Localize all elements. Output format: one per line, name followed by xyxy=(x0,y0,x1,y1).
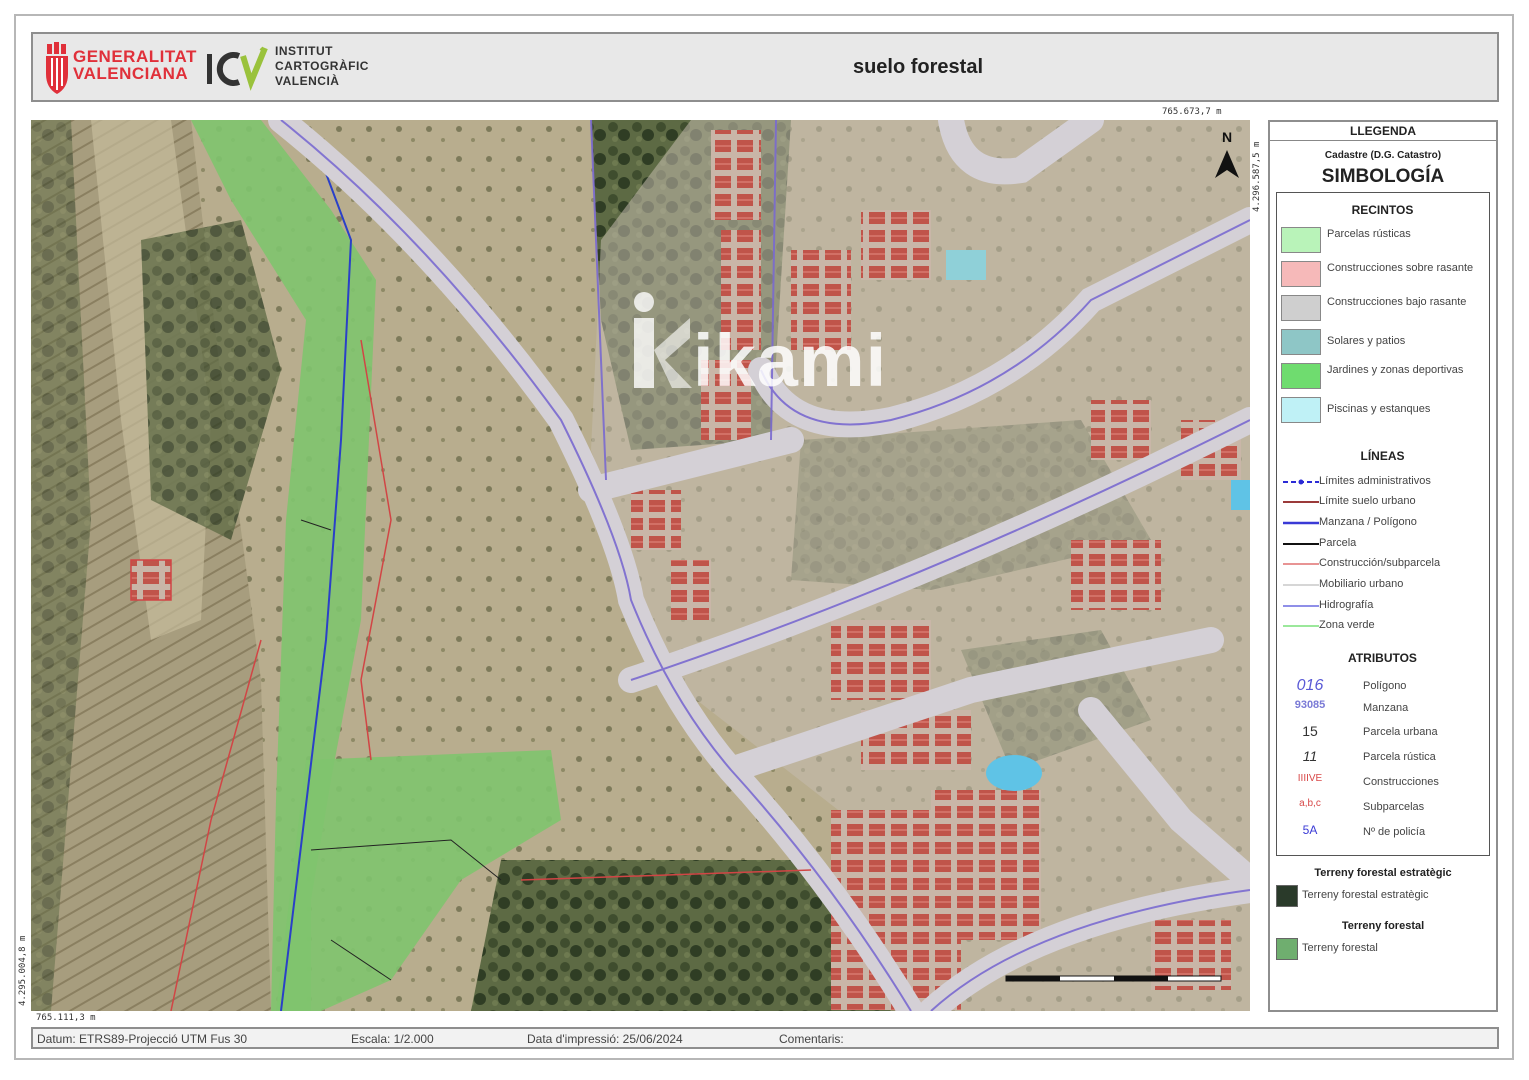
legend-attr-construcciones: IIIIVE Construcciones xyxy=(1297,773,1439,788)
legend-item-parcelas-rusticas: Parcelas rústicas xyxy=(1281,227,1487,255)
swatch-parcelas-rusticas xyxy=(1281,227,1321,253)
legend-item-piscinas: Piscinas y estanques xyxy=(1281,397,1487,425)
legend-title: LLEGENDA xyxy=(1350,124,1416,138)
lineas-heading: LÍNEAS xyxy=(1360,449,1405,463)
legend-item-solares: Solares y patios xyxy=(1281,329,1487,357)
swatch-forest-strategic xyxy=(1276,885,1298,907)
icv-logo-icon xyxy=(207,46,268,91)
legend-line-limite-suelo: Límite suelo urbano xyxy=(1283,495,1416,507)
atributos-heading: ATRIBUTOS xyxy=(1348,651,1417,665)
legend-line-mobiliario: Mobiliario urbano xyxy=(1283,578,1404,590)
legend-symbology-box: RECINTOS Parcelas rústicas Construccione… xyxy=(1276,192,1490,856)
footer-print-date: Data d'impressió: 25/06/2024 xyxy=(527,1032,683,1046)
legend-attr-policia: 5A Nº de policía xyxy=(1302,823,1426,838)
legend-item-jardines: Jardines y zonas deportivas xyxy=(1281,363,1487,391)
legend-line-limites-admin: Límites administrativos xyxy=(1281,473,1487,493)
map-header: GENERALITAT VALENCIANA INSTITUT CARTOGRÀ… xyxy=(31,32,1499,102)
coord-bottom-left: 765.111,3 m xyxy=(36,1013,96,1023)
swatch-forest xyxy=(1276,938,1298,960)
legend-attr-parcela-urbana: 15 Parcela urbana xyxy=(1302,723,1438,739)
legend-attr-subparcelas: a,b,c Subparcelas xyxy=(1299,798,1425,813)
footer-datum: Datum: ETRS89-Projecció UTM Fus 30 xyxy=(37,1032,248,1046)
scale-bar xyxy=(1005,975,1222,982)
coord-top-right: 765.673,7 m xyxy=(1162,107,1222,117)
legend-line-construccion: Construcción/subparcela xyxy=(1283,557,1441,569)
forest-strategic-heading: Terreny forestal estratègic xyxy=(1314,867,1452,879)
legend-item-construcciones-sobre: Construcciones sobre rasante xyxy=(1281,261,1487,289)
coord-left-vertical: 4.295.004,8 m xyxy=(18,935,28,1006)
legend-forest-strategic: Terreny forestal estratègic xyxy=(1276,885,1490,907)
swatch-solares xyxy=(1281,329,1321,355)
map-legend: LLEGENDA Cadastre (D.G. Catastro) SIMBOL… xyxy=(1268,120,1498,1012)
legend-attr-manzana: 93085 Manzana xyxy=(1294,699,1409,714)
legend-line-manzana: Manzana / Polígono xyxy=(1283,516,1417,528)
footer-comments: Comentaris: xyxy=(779,1032,844,1046)
recintos-heading: RECINTOS xyxy=(1351,203,1414,217)
coord-right-vertical: 4.296.587,5 m xyxy=(1252,141,1262,212)
swatch-piscinas xyxy=(1281,397,1321,423)
legend-heading: SIMBOLOGÍA xyxy=(1321,166,1445,187)
page-title: suelo forestal xyxy=(852,56,984,78)
swatch-construcciones-bajo xyxy=(1281,295,1321,321)
legend-forest: Terreny forestal xyxy=(1276,938,1490,960)
aerial-map-canvas: N xyxy=(31,120,1250,1011)
forest-heading: Terreny forestal xyxy=(1341,920,1425,932)
map-footer: Datum: ETRS89-Projecció UTM Fus 30 Escal… xyxy=(31,1027,1499,1049)
legend-line-parcela: Parcela xyxy=(1283,537,1357,549)
swatch-jardines xyxy=(1281,363,1321,389)
legend-subtitle: Cadastre (D.G. Catastro) xyxy=(1324,150,1442,161)
generalitat-logo-text: GENERALITAT VALENCIANA xyxy=(73,47,197,83)
footer-scale: Escala: 1/2.000 xyxy=(351,1032,434,1046)
legend-attr-parcela-rustica: 11 Parcela rústica xyxy=(1302,748,1436,764)
icv-logo-text: INSTITUT CARTOGRÀFIC VALENCIÀ xyxy=(275,44,369,88)
swatch-construcciones-sobre xyxy=(1281,261,1321,287)
legend-attr-poligono: 016 Polígono xyxy=(1296,677,1407,694)
ikami-watermark-text: ikami xyxy=(693,319,888,402)
north-label: N xyxy=(1222,129,1232,145)
legend-item-construcciones-bajo: Construcciones bajo rasante xyxy=(1281,295,1487,323)
legend-line-hidrografia: Hidrografía xyxy=(1283,599,1374,611)
aerial-map[interactable]: N xyxy=(31,120,1250,1011)
legend-line-zona-verde: Zona verde xyxy=(1283,619,1375,631)
